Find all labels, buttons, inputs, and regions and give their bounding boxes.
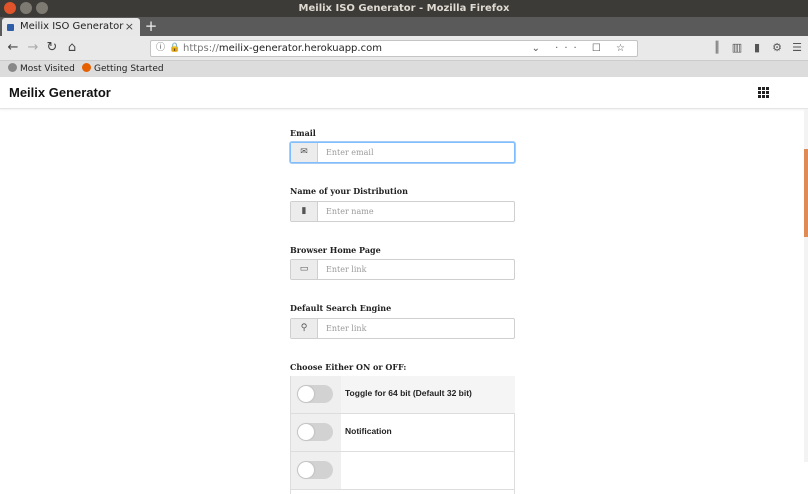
new-tab-button[interactable]: + [144, 17, 158, 36]
app-header: Meilix Generator [0, 77, 808, 109]
id-card-icon: ▮ [291, 202, 318, 221]
toggle-notification-switch[interactable] [297, 423, 333, 441]
search-engine-group: ⚲ [290, 318, 515, 339]
homepage-group: ▭ [290, 259, 515, 280]
menu-icon[interactable]: ☰ [790, 40, 804, 56]
tab-label: Meilix ISO Generator [20, 21, 124, 32]
toggle-table: Toggle for 64 bit (Default 32 bit) Notif… [290, 376, 515, 494]
toggle-knob [298, 462, 314, 478]
distro-name-label: Name of your Distribution [290, 186, 408, 196]
apps-grid-icon[interactable] [758, 87, 769, 98]
page-content: Meilix Generator Email ✉ Name of your Di… [0, 77, 808, 494]
homepage-label: Browser Home Page [290, 245, 381, 255]
firefox-icon [82, 63, 91, 72]
window-title: Meilix ISO Generator - Mozilla Firefox [298, 3, 510, 14]
toggle-64bit-label: Toggle for 64 bit (Default 32 bit) [345, 388, 472, 398]
window-titlebar: Meilix ISO Generator - Mozilla Firefox [0, 0, 808, 17]
tab-close-icon[interactable]: × [125, 18, 134, 36]
favicon-icon [7, 24, 14, 31]
email-field-group: ✉ [290, 142, 515, 163]
addon-icon[interactable]: ⚙ [770, 40, 784, 56]
sidebar-icon[interactable]: ▥ [730, 40, 744, 56]
email-label: Email [290, 128, 316, 138]
reload-icon[interactable]: ↻ [44, 39, 60, 57]
tab-meilix[interactable]: Meilix ISO Generator × [2, 18, 140, 36]
scrollbar-thumb[interactable] [804, 149, 808, 237]
browser-window-icon: ▭ [291, 260, 318, 279]
tab-strip: Meilix ISO Generator × + [0, 17, 808, 36]
toggle-cell [291, 414, 341, 451]
back-arrow-icon[interactable]: ← [5, 39, 21, 57]
homepage-field[interactable] [319, 260, 514, 279]
toggle-knob [298, 424, 314, 440]
toggle-third-switch[interactable] [297, 461, 333, 479]
url-text[interactable]: https://meilix-generator.herokuapp.com [183, 41, 382, 56]
library-icon[interactable]: ║ [710, 40, 724, 56]
urlbar-action-icons[interactable]: ⌄ ··· ☐ ☆ [532, 41, 631, 56]
search-icon: ⚲ [291, 319, 318, 338]
email-field[interactable] [319, 143, 514, 162]
toggles-label: Choose Either ON or OFF: [290, 362, 407, 372]
window-close-button[interactable] [4, 2, 16, 14]
window-controls [4, 2, 48, 14]
search-engine-field[interactable] [319, 319, 514, 338]
info-icon[interactable]: ⓘ [156, 41, 165, 56]
page-scrollbar[interactable] [804, 109, 808, 462]
url-bar[interactable]: ⓘ 🔒 https://meilix-generator.herokuapp.c… [150, 40, 638, 57]
gear-icon [8, 63, 17, 72]
bookmark-getting-started[interactable]: Getting Started [82, 61, 164, 77]
extension-icon[interactable]: ▮ [750, 40, 764, 56]
toggle-cell [291, 452, 341, 489]
toggle-cell [291, 376, 341, 413]
toggle-row: Notification [291, 414, 515, 452]
navigation-bar: ← → ↻ ⌂ ⓘ 🔒 https://meilix-generator.her… [0, 36, 808, 61]
window-minimize-button[interactable] [20, 2, 32, 14]
toggle-64bit-switch[interactable] [297, 385, 333, 403]
toggle-knob [298, 386, 314, 402]
search-engine-label: Default Search Engine [290, 303, 392, 313]
lock-icon: 🔒 [169, 43, 181, 53]
toggle-row: Toggle for 64 bit (Default 32 bit) [291, 376, 515, 414]
toolbar-icons: ║ ▥ ▮ ⚙ ☰ [710, 40, 804, 56]
distro-name-field[interactable] [319, 202, 514, 221]
app-title[interactable]: Meilix Generator [9, 85, 111, 100]
home-icon[interactable]: ⌂ [64, 39, 80, 57]
toggle-row [291, 452, 515, 490]
bookmark-most-visited[interactable]: Most Visited [8, 61, 75, 77]
bookmarks-toolbar: Most Visited Getting Started [0, 61, 808, 77]
distro-name-group: ▮ [290, 201, 515, 222]
toggle-notification-label: Notification [345, 426, 392, 436]
envelope-icon: ✉ [291, 143, 318, 162]
window-maximize-button[interactable] [36, 2, 48, 14]
forward-arrow-icon[interactable]: → [25, 39, 41, 57]
